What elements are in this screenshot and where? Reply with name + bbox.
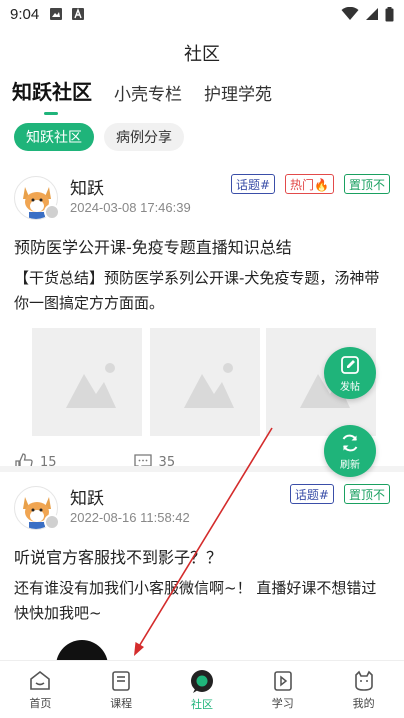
status-bar: 9:04 (0, 0, 404, 28)
play-book-icon (273, 670, 292, 691)
post-time: 2024-03-08 17:46:39 (70, 200, 191, 215)
edit-icon (341, 355, 359, 374)
nav-courses[interactable]: 课程 (81, 661, 162, 718)
refresh-fab-label: 刷新 (340, 459, 360, 471)
community-icon (190, 669, 213, 693)
tag-pinned: 置顶不 (343, 484, 390, 504)
nav-home[interactable]: 首页 (0, 661, 81, 718)
status-time: 9:04 (10, 5, 40, 23)
sub-tabs: 知跃社区 病例分享 (14, 123, 184, 151)
nav-study-label: 学习 (271, 696, 294, 710)
post-time: 2022-08-16 11:58:42 (70, 510, 190, 525)
tab-zhiyue-community[interactable]: 知跃社区 (12, 76, 92, 105)
chip-case-sharing[interactable]: 病例分享 (104, 123, 184, 151)
nav-profile[interactable]: 我的 (323, 661, 404, 718)
nav-courses-label: 课程 (110, 696, 133, 710)
home-icon (30, 670, 51, 690)
signal-icon (366, 8, 378, 20)
page-title: 社区 (184, 44, 220, 65)
chip-zhiyue-community[interactable]: 知跃社区 (14, 123, 94, 151)
tag-pinned: 置顶不 (343, 174, 390, 194)
refresh-icon (342, 434, 358, 451)
tag-topic: 话题# (230, 174, 276, 194)
post-author[interactable]: 知跃 (70, 174, 104, 199)
image-placeholder-icon (66, 363, 116, 408)
post-author[interactable]: 知跃 (70, 484, 104, 509)
tag-topic: 话题# (289, 484, 334, 504)
a-notification-icon (72, 8, 85, 20)
post-header: 知跃 2024-03-08 17:46:39 话题# 热门🔥 置顶不 (14, 168, 390, 224)
image-placeholder[interactable] (150, 328, 260, 436)
nav-study[interactable]: 学习 (242, 661, 323, 718)
tab-nursing-academy[interactable]: 护理学苑 (204, 80, 272, 105)
nav-home-label: 首页 (29, 696, 52, 710)
tab-xiaoke-column[interactable]: 小壳专栏 (114, 80, 182, 105)
wifi-icon (341, 7, 359, 20)
post-body[interactable]: 还有谁没有加我们小客服微信啊~！ 直播好课不想错过快快加我吧~ (14, 576, 390, 626)
main-tabs: 知跃社区 小壳专栏 护理学苑 (12, 76, 272, 105)
post-header: 知跃 2022-08-16 11:58:42 话题# 置顶不 (14, 478, 390, 534)
nav-community-label: 社区 (190, 697, 213, 711)
image-placeholder[interactable] (32, 328, 142, 436)
post-fab-button[interactable]: 发帖 (324, 347, 376, 399)
refresh-fab-button[interactable]: 刷新 (324, 425, 376, 477)
post-card[interactable]: 知跃 2022-08-16 11:58:42 话题# 置顶不 听说官方客服找不到… (0, 478, 404, 626)
image-placeholder-icon (184, 363, 234, 408)
tag-hot: 热门🔥 (285, 174, 334, 194)
post-fab-label: 发帖 (340, 381, 360, 393)
book-icon (112, 670, 130, 691)
post-title[interactable]: 听说官方客服找不到影子？？ (14, 544, 390, 568)
verified-badge-icon (44, 204, 60, 220)
active-tab-indicator (44, 112, 58, 115)
image-notification-icon (50, 8, 63, 20)
post-body[interactable]: 【干货总结】预防医学系列公开课-犬免疫专题，汤神带你一图搞定方方面面。 (14, 266, 390, 316)
battery-icon (385, 6, 394, 21)
pet-face-icon (354, 670, 373, 691)
nav-community[interactable]: 社区 (162, 661, 243, 718)
post-tags: 话题# 热门🔥 置顶不 (230, 174, 390, 194)
nav-profile-label: 我的 (352, 696, 375, 710)
post-title[interactable]: 预防医学公开课-免疫专题直播知识总结 (14, 234, 390, 258)
post-tags: 话题# 置顶不 (289, 484, 390, 504)
verified-badge-icon (44, 514, 60, 530)
bottom-nav: 首页 课程 社区 学习 我的 (0, 660, 404, 718)
